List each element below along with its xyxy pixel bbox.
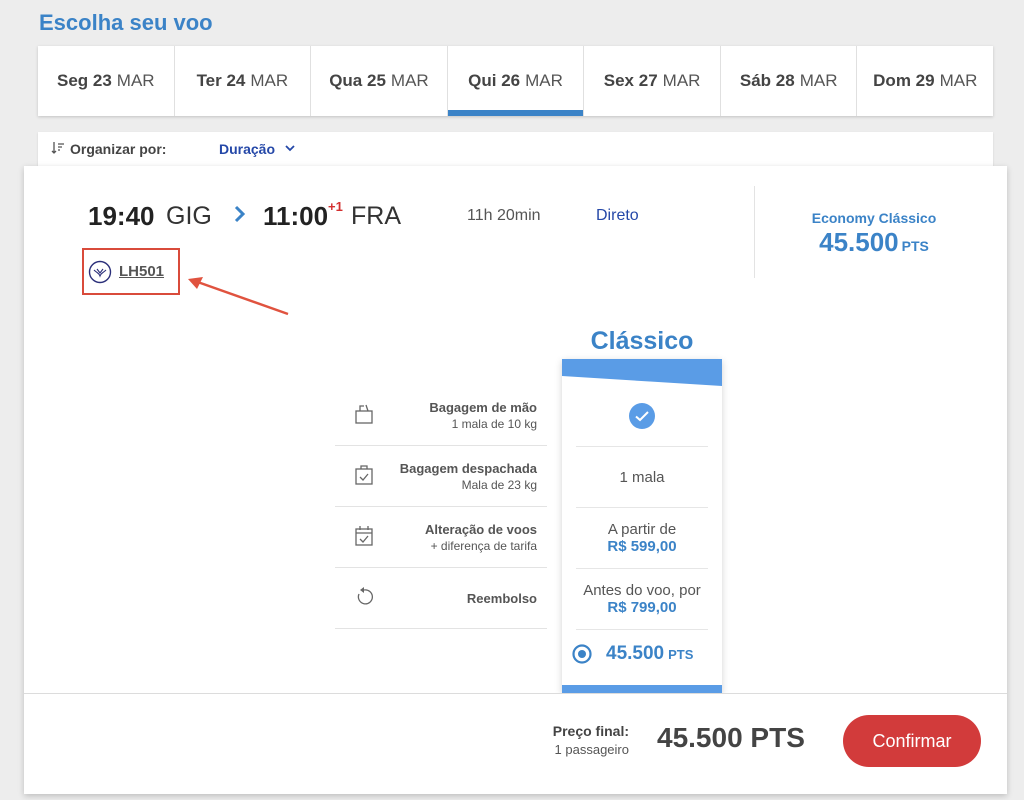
checked-bag-icon [355, 465, 373, 485]
check-circle-icon [629, 403, 655, 429]
feature-title: Bagagem despachada [399, 461, 537, 476]
passenger-count: 1 passageiro [554, 742, 629, 757]
flight-duration: 11h 20min [467, 207, 541, 224]
radio-selected-icon[interactable] [572, 644, 592, 664]
fare-column-classico: 1 mala A partir de R$ 599,00 Antes do vo… [562, 359, 722, 693]
page-title: Escolha seu voo [39, 10, 213, 35]
cabin-label: Economy Clássico [811, 210, 937, 226]
departure-time: 19:40 [88, 201, 155, 231]
feature-subtitle: 1 mala de 10 kg [451, 417, 537, 431]
date-tab-ter-24[interactable]: Ter 24 MAR [175, 46, 312, 116]
feature-checked-bag: Bagagem despachada Mala de 23 kg [335, 446, 547, 507]
arrival-airport: FRA [351, 202, 401, 230]
chevron-right-icon [234, 205, 246, 223]
date-tab-qua-25[interactable]: Qua 25 MAR [311, 46, 448, 116]
flight-card: 19:40 GIG 11:00 +1 FRA 11h 20min Direto … [24, 166, 1007, 794]
feature-refund: Reembolso [335, 568, 547, 629]
date-tab-qui-26[interactable]: Qui 26 MAR [447, 46, 585, 116]
chevron-down-icon[interactable] [284, 142, 296, 154]
flight-number-link[interactable]: LH501 [119, 263, 164, 280]
price-footer: Preço final: 1 passageiro 45.500 PTS Con… [24, 693, 1007, 794]
sort-bar: Organizar por: Duração [38, 132, 993, 166]
final-price: 45.500 PTS [657, 722, 805, 753]
fare-column-footer [562, 685, 722, 693]
date-tab-seg-23[interactable]: Seg 23 MAR [38, 46, 175, 116]
fare-column-header [562, 359, 722, 386]
date-tabs: Seg 23 MAR Ter 24 MAR Qua 25 MAR Qui 26 MAR … [38, 46, 993, 116]
fare-value-flight-change: A partir de R$ 599,00 [576, 508, 708, 569]
fare-value-checked-bag: 1 mala [576, 447, 708, 508]
fare-select-radio[interactable]: 45.500 PTS [572, 639, 717, 669]
divider [754, 186, 755, 278]
feature-carry-on: Bagagem de mão 1 mala de 10 kg [335, 385, 547, 446]
sort-label: Organizar por: [70, 141, 167, 157]
date-tab-sab-28[interactable]: Sáb 28 MAR [721, 46, 858, 116]
feature-title: Reembolso [466, 591, 537, 606]
date-tab-dom-29[interactable]: Dom 29 MAR [857, 46, 993, 116]
lufthansa-logo-icon [88, 260, 112, 284]
fare-value-carry-on [576, 386, 708, 447]
arrival-time: 11:00 [263, 201, 329, 231]
annotation-arrow-icon [188, 277, 289, 316]
flight-stops: Direto [596, 207, 639, 224]
final-price-label: Preço final: [552, 723, 629, 739]
fare-title: Clássico [590, 327, 694, 355]
feature-subtitle: + diferença de tarifa [430, 539, 537, 553]
arrival-day-offset: +1 [328, 199, 343, 214]
fare-price: 45.500 PTS [606, 643, 694, 664]
sort-dropdown[interactable]: Duração [219, 141, 275, 157]
confirm-button[interactable]: Confirmar [843, 715, 981, 767]
fare-value-refund: Antes do voo, por R$ 799,00 [576, 569, 708, 630]
carry-on-bag-icon [355, 404, 373, 424]
feature-title: Alteração de voos [425, 522, 537, 537]
feature-subtitle: Mala de 23 kg [461, 478, 537, 492]
date-tab-sex-27[interactable]: Sex 27 MAR [584, 46, 721, 116]
refund-icon [357, 587, 373, 605]
sort-icon [51, 142, 64, 154]
cabin-price: 45.500 PTS [819, 227, 929, 257]
calendar-change-icon [355, 526, 373, 546]
feature-title: Bagagem de mão [429, 400, 537, 415]
departure-airport: GIG [166, 202, 212, 230]
feature-flight-change: Alteração de voos + diferença de tarifa [335, 507, 547, 568]
